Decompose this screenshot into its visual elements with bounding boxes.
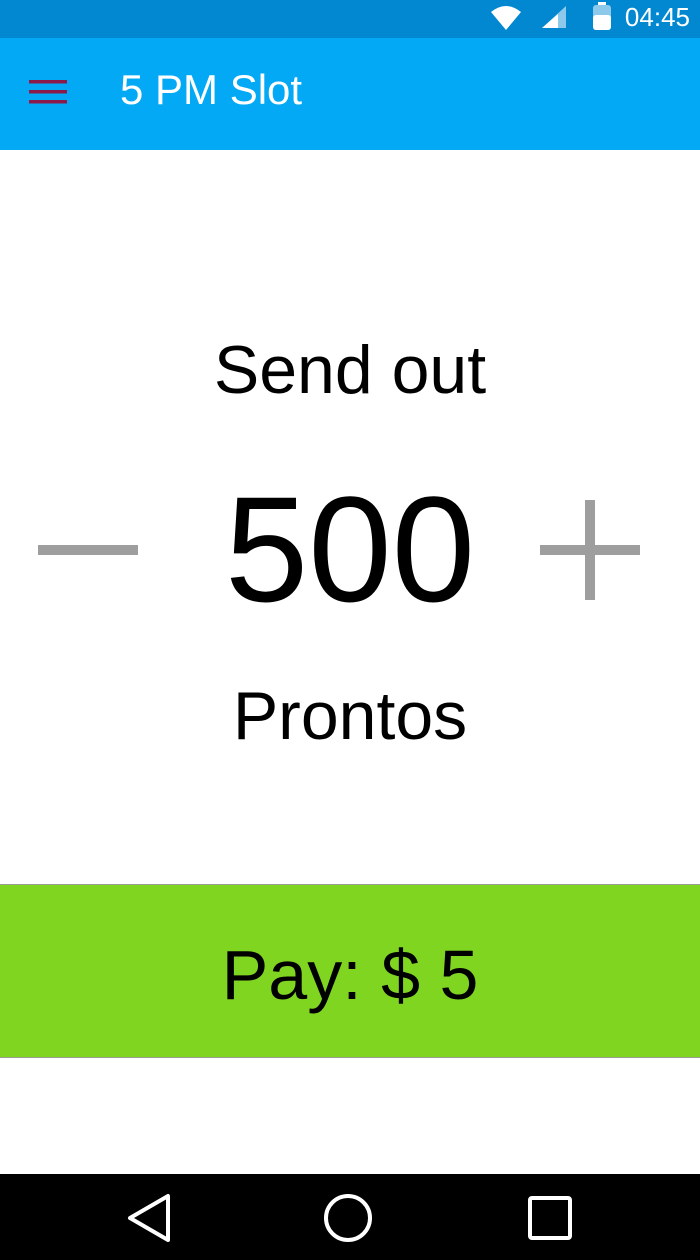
nav-back-button[interactable] — [120, 1192, 180, 1244]
wifi-icon — [490, 4, 522, 37]
plus-icon — [540, 500, 640, 600]
back-icon — [128, 1194, 170, 1242]
battery-icon — [592, 2, 612, 37]
recents-icon — [528, 1196, 572, 1240]
nav-home-button[interactable] — [318, 1192, 378, 1244]
unit-label: Prontos — [232, 678, 468, 754]
prontos-count: 500 — [224, 465, 476, 633]
increment-button[interactable] — [530, 490, 650, 610]
home-icon — [324, 1194, 372, 1242]
system-nav-bar — [0, 1174, 700, 1260]
status-time: 04:45 — [624, 2, 690, 32]
pay-button-label: Pay: $ 5 — [221, 936, 479, 1014]
page-title: 5 PM Slot — [120, 66, 303, 113]
status-bar: 04:45 — [0, 0, 700, 38]
send-out-label: Send out — [213, 332, 487, 408]
pay-button[interactable]: Pay: $ 5 — [0, 884, 700, 1058]
minus-icon — [38, 545, 138, 555]
app-bar: 5 PM Slot — [0, 38, 700, 150]
decrement-button[interactable] — [28, 490, 148, 610]
nav-recents-button[interactable] — [520, 1192, 580, 1244]
app-screen: 04:45 5 PM Slot Send out 500 Prontos Pay… — [0, 0, 700, 1260]
menu-button[interactable] — [20, 68, 76, 118]
cell-signal-icon — [540, 4, 568, 35]
